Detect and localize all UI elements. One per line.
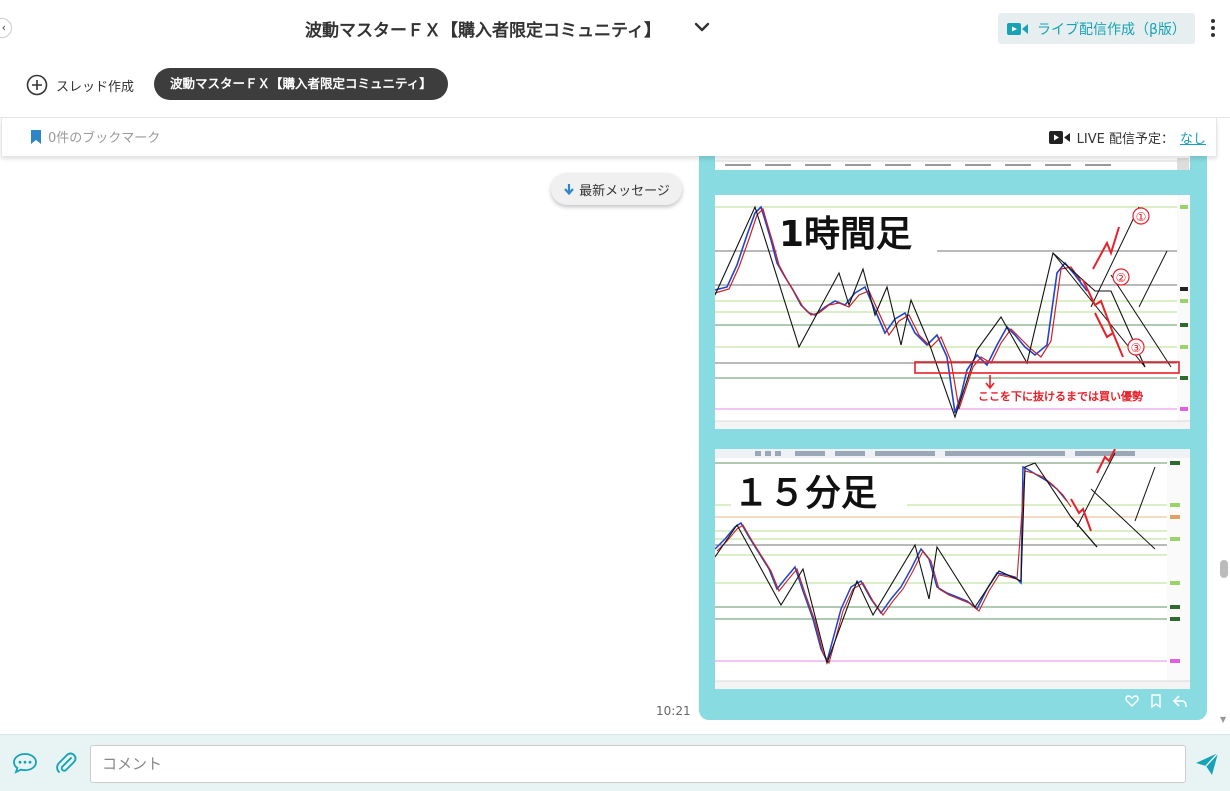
- chart-image-15m[interactable]: １５分足: [715, 449, 1190, 689]
- chart-caption-1h: 1時間足: [779, 214, 912, 255]
- video-camera-icon: [1007, 22, 1028, 35]
- paperclip-icon[interactable]: [54, 751, 78, 775]
- scroll-thumb[interactable]: [1220, 560, 1228, 578]
- comment-input[interactable]: [90, 745, 1186, 783]
- marker-3: ③: [1131, 341, 1142, 355]
- bookmark-bar: 0件のブックマーク LIVE 配信予定： なし: [1, 118, 1217, 156]
- live-schedule-label: LIVE 配信予定：: [1076, 132, 1174, 147]
- scroll-down-icon[interactable]: ▼: [1220, 715, 1226, 724]
- chat-scrollbar[interactable]: ▼: [1218, 156, 1230, 734]
- more-options-icon[interactable]: [1208, 18, 1218, 38]
- marker-2: ②: [1116, 271, 1127, 285]
- message-bubble: ① ② ③ ここを下に抜けるまでは買い優勢 1時間足 １５分足: [699, 156, 1207, 720]
- top-header: ‹ 波動マスターＦＸ【購入者限定コミュニティ】 ライブ配信作成（β版）: [0, 0, 1230, 56]
- thread-tab-active[interactable]: 波動マスターＦＸ【購入者限定コミュニティ】: [154, 68, 448, 100]
- heart-icon[interactable]: [1125, 694, 1139, 708]
- live-schedule: LIVE 配信予定： なし: [1048, 128, 1206, 147]
- plus-circle-icon: [26, 74, 48, 96]
- video-camera-icon: [1048, 131, 1070, 144]
- latest-message-button[interactable]: 最新メッセージ: [551, 173, 682, 205]
- live-schedule-link[interactable]: なし: [1180, 128, 1206, 147]
- back-chevron-icon[interactable]: ‹: [0, 18, 12, 38]
- page-title[interactable]: 波動マスターＦＸ【購入者限定コミュニティ】: [305, 16, 661, 41]
- send-icon[interactable]: [1194, 751, 1220, 777]
- chart-annotation: ここを下に抜けるまでは買い優勢: [978, 389, 1143, 403]
- chevron-down-icon[interactable]: [693, 18, 711, 36]
- create-live-button[interactable]: ライブ配信作成（β版）: [998, 13, 1195, 44]
- chart-image-1h[interactable]: ① ② ③ ここを下に抜けるまでは買い優勢 1時間足: [715, 195, 1190, 429]
- bookmarks-link[interactable]: 0件のブックマーク: [30, 127, 160, 146]
- app-window: ‹ 波動マスターＦＸ【購入者限定コミュニティ】 ライブ配信作成（β版） スレッド…: [0, 0, 1230, 791]
- bookmark-icon[interactable]: [1149, 694, 1163, 708]
- marker-1: ①: [1136, 210, 1147, 224]
- chart-caption-15m: １５分足: [733, 473, 877, 514]
- comment-composer: [0, 734, 1230, 791]
- message-time: 10:21: [656, 704, 691, 718]
- create-thread-button[interactable]: スレッド作成: [26, 74, 134, 96]
- reply-icon[interactable]: [1173, 694, 1187, 708]
- bookmark-count: 0件のブックマーク: [48, 131, 161, 146]
- latest-message-label: 最新メッセージ: [579, 183, 670, 199]
- message-actions: [1125, 694, 1187, 708]
- create-live-label: ライブ配信作成（β版）: [1037, 21, 1186, 38]
- chat-bubble-icon[interactable]: [12, 751, 38, 775]
- create-thread-label: スレッド作成: [56, 79, 135, 95]
- chart-image-partial[interactable]: [715, 156, 1190, 170]
- thread-bar: スレッド作成 波動マスターＦＸ【購入者限定コミュニティ】: [0, 56, 1230, 118]
- chat-area[interactable]: 最新メッセージ 10:21 ① ② ③ ここを下に抜けるまでは買い優勢 1時間足…: [0, 156, 1218, 734]
- arrow-down-icon: [564, 184, 574, 195]
- bookmark-icon: [31, 129, 41, 144]
